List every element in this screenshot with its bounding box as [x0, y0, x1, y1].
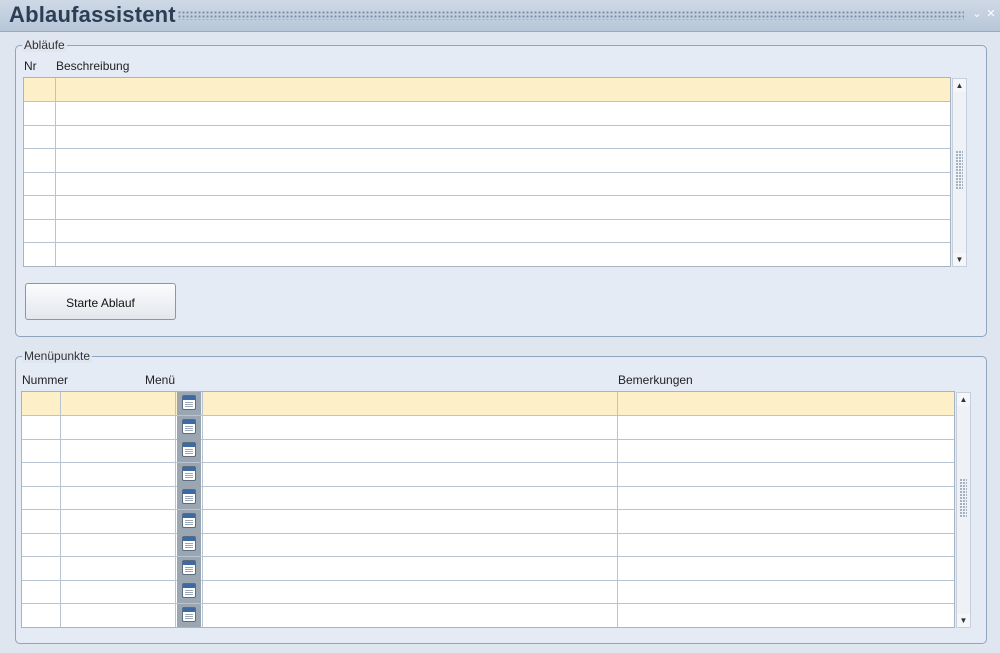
table-row[interactable] [24, 196, 950, 220]
column-divider [55, 78, 56, 266]
table-row[interactable] [22, 416, 954, 440]
minimize-icon[interactable]: ⌄ [971, 8, 983, 20]
menu-picker-column [177, 392, 201, 627]
table-row[interactable] [22, 486, 954, 510]
scroll-down-icon[interactable]: ▼ [953, 253, 966, 266]
menu-picker-button[interactable] [177, 604, 201, 627]
column-header-menue: Menü [145, 373, 176, 387]
calendar-list-icon [182, 513, 196, 528]
column-divider [202, 392, 203, 627]
calendar-list-icon [182, 536, 196, 551]
menu-picker-button[interactable] [177, 439, 201, 462]
scroll-grip[interactable] [960, 479, 967, 517]
table-row[interactable] [22, 439, 954, 463]
column-divider [60, 392, 61, 627]
calendar-list-icon [182, 583, 196, 598]
table-row[interactable] [22, 463, 954, 487]
menuepunkte-table [21, 391, 955, 628]
calendar-list-icon [182, 560, 196, 575]
menu-picker-button[interactable] [177, 416, 201, 439]
scroll-grip[interactable] [956, 151, 963, 189]
table-row[interactable] [24, 125, 950, 149]
menu-picker-button[interactable] [177, 463, 201, 486]
menu-picker-button[interactable] [177, 510, 201, 533]
calendar-list-icon [182, 466, 196, 481]
ablaeufe-legend: Abläufe [22, 38, 67, 52]
column-divider [617, 392, 618, 627]
menu-picker-button[interactable] [177, 533, 201, 556]
table-row[interactable] [24, 243, 950, 266]
table-row[interactable] [24, 149, 950, 173]
table-row[interactable] [22, 604, 954, 627]
table-row[interactable] [22, 533, 954, 557]
ablaeufe-table [23, 77, 951, 267]
title-bar-pattern [178, 11, 964, 20]
table-row[interactable] [22, 557, 954, 581]
table-row[interactable] [22, 392, 954, 416]
table-row[interactable] [22, 510, 954, 534]
menu-picker-button[interactable] [177, 580, 201, 603]
column-divider [175, 392, 176, 627]
calendar-list-icon [182, 395, 196, 410]
start-ablauf-button[interactable]: Starte Ablauf [25, 283, 176, 320]
menu-picker-button[interactable] [177, 557, 201, 580]
calendar-list-icon [182, 442, 196, 457]
title-bar: Ablaufassistent ⌄ ✕ [0, 0, 1000, 32]
column-header-bemerkungen: Bemerkungen [618, 373, 693, 387]
column-header-nummer: Nummer [22, 373, 69, 387]
table-row[interactable] [24, 219, 950, 243]
table-row[interactable] [22, 580, 954, 604]
window-title: Ablaufassistent [9, 2, 176, 27]
column-header-nr: Nr [24, 59, 37, 73]
calendar-list-icon [182, 489, 196, 504]
table-row[interactable] [24, 78, 950, 102]
menuepunkte-legend: Menüpunkte [22, 349, 93, 363]
scroll-up-icon[interactable]: ▲ [957, 393, 970, 406]
close-icon[interactable]: ✕ [985, 8, 997, 20]
table-row[interactable] [24, 102, 950, 126]
calendar-list-icon [182, 419, 196, 434]
ablaeufe-scrollbar[interactable]: ▲ ▼ [952, 78, 967, 267]
menu-picker-button[interactable] [177, 486, 201, 509]
table-row[interactable] [24, 172, 950, 196]
menu-picker-button[interactable] [177, 392, 201, 415]
scroll-up-icon[interactable]: ▲ [953, 79, 966, 92]
calendar-list-icon [182, 607, 196, 622]
scroll-down-icon[interactable]: ▼ [957, 614, 970, 627]
column-header-beschreibung: Beschreibung [56, 59, 130, 73]
menuepunkte-scrollbar[interactable]: ▲ ▼ [956, 392, 971, 628]
